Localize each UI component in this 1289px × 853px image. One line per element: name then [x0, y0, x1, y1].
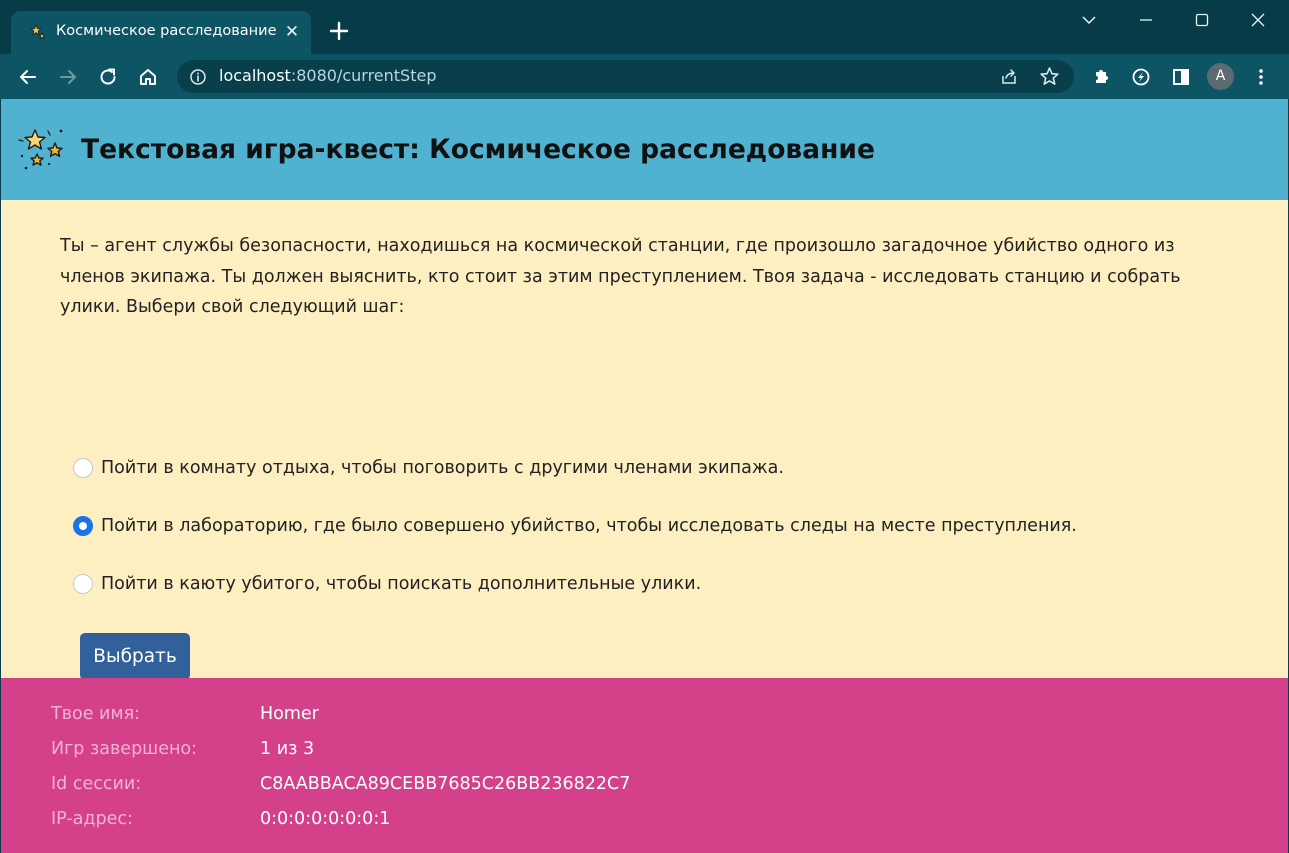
tab-close-icon[interactable]: ✕: [281, 21, 303, 43]
quest-content: Ты – агент службы безопасности, находишь…: [1, 200, 1288, 680]
choose-button[interactable]: Выбрать: [80, 633, 190, 680]
option-laboratory[interactable]: Пойти в лабораторию, где было совершено …: [73, 514, 1077, 538]
option-victim-cabin[interactable]: Пойти в каюту убитого, чтобы поискать до…: [73, 572, 701, 596]
ip-address-value: 0:0:0:0:0:0:0:1: [260, 809, 391, 829]
story-text: Ты – агент службы безопасности, находишь…: [60, 236, 1181, 317]
extensions-icon[interactable]: [1088, 64, 1114, 90]
profile-avatar[interactable]: A: [1207, 63, 1234, 90]
address-bar[interactable]: localhost:8080/currentStep: [177, 60, 1074, 93]
reload-icon[interactable]: [95, 64, 121, 90]
browser-tab[interactable]: Космическое расследование ✕: [11, 11, 311, 54]
browser-titlebar: Космическое расследование ✕: [0, 0, 1289, 54]
speed-extension-icon[interactable]: [1128, 64, 1154, 90]
option-radio[interactable]: [73, 458, 93, 478]
session-info-footer: Твое имя: Homer Игр завершено: 1 из 3 Id…: [1, 678, 1288, 853]
forward-icon[interactable]: [55, 64, 81, 90]
side-panel-icon[interactable]: [1168, 64, 1194, 90]
info-icon[interactable]: [189, 68, 207, 86]
option-rest-room[interactable]: Пойти в комнату отдыха, чтобы поговорить…: [73, 456, 784, 480]
page-title: Текстовая игра-квест: Космическое рассле…: [81, 134, 875, 165]
home-icon[interactable]: [135, 64, 161, 90]
ip-address-label: IP-адрес:: [51, 809, 133, 829]
tab-search-chevron-icon[interactable]: [1077, 10, 1101, 30]
url-text: localhost:8080/currentStep: [219, 66, 437, 85]
page-header: Текстовая игра-квест: Космическое рассле…: [1, 99, 1288, 200]
session-id-label: Id сессии:: [51, 774, 142, 794]
close-window-icon[interactable]: [1246, 10, 1270, 30]
option-label: Пойти в комнату отдыха, чтобы поговорить…: [101, 458, 784, 478]
player-name-value: Homer: [260, 704, 319, 724]
stars-logo-icon: [18, 129, 63, 170]
menu-icon[interactable]: [1248, 64, 1274, 90]
option-radio[interactable]: [73, 574, 93, 594]
minimize-icon[interactable]: [1134, 10, 1158, 30]
share-icon[interactable]: [999, 67, 1019, 87]
player-name-label: Твое имя:: [51, 704, 141, 724]
maximize-icon[interactable]: [1190, 10, 1214, 30]
games-completed-label: Игр завершено:: [51, 739, 197, 759]
stars-favicon-icon: [30, 24, 46, 40]
option-label: Пойти в лабораторию, где было совершено …: [101, 516, 1077, 536]
browser-toolbar: localhost:8080/currentStep A: [0, 54, 1289, 99]
back-icon[interactable]: [15, 64, 41, 90]
bookmark-star-icon[interactable]: [1039, 66, 1060, 87]
option-radio-selected[interactable]: [73, 516, 93, 536]
tab-title: Космическое расследование: [56, 23, 277, 39]
new-tab-icon[interactable]: [326, 18, 352, 44]
games-completed-value: 1 из 3: [260, 739, 315, 759]
option-label: Пойти в каюту убитого, чтобы поискать до…: [101, 574, 702, 594]
session-id-value: C8AABBACA89CEBB7685C26BB236822C7: [260, 774, 631, 794]
web-page: Текстовая игра-квест: Космическое рассле…: [1, 99, 1288, 853]
